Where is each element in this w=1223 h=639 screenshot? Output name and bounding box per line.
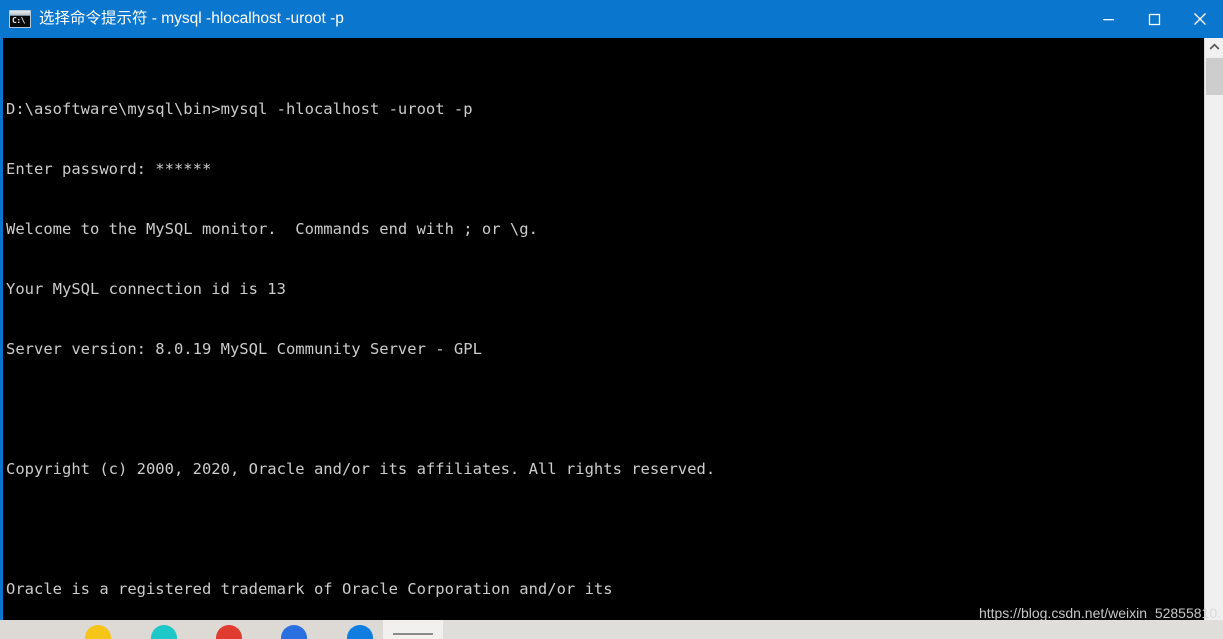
taskbar-right-region bbox=[443, 620, 1223, 639]
window-controls[interactable] bbox=[1085, 0, 1223, 38]
window-title-bar[interactable]: C:\ 选择命令提示符 - mysql -hlocalhost -uroot -… bbox=[3, 0, 1223, 38]
close-icon bbox=[1194, 13, 1206, 25]
terminal-line-blank-2 bbox=[6, 519, 1207, 539]
taskbar-icon-red[interactable] bbox=[216, 625, 242, 639]
terminal-line-copyright: Copyright (c) 2000, 2020, Oracle and/or … bbox=[6, 460, 716, 478]
terminal-line-trademark-1: Oracle is a registered trademark of Orac… bbox=[6, 580, 613, 598]
terminal-line-welcome: Welcome to the MySQL monitor. Commands e… bbox=[6, 220, 538, 238]
command-prompt-window[interactable]: C:\ 选择命令提示符 - mysql -hlocalhost -uroot -… bbox=[0, 0, 1223, 620]
minimize-button[interactable] bbox=[1085, 0, 1131, 38]
terminal-line-password: Enter password: ****** bbox=[6, 160, 212, 178]
maximize-icon bbox=[1148, 13, 1160, 25]
cmd-icon-prompt-text: C:\ bbox=[12, 16, 25, 25]
terminal-line-connid: Your MySQL connection id is 13 bbox=[6, 280, 286, 298]
terminal-line-blank-1 bbox=[6, 399, 1207, 419]
taskbar-icon-skype[interactable] bbox=[347, 625, 373, 639]
scrollbar-up-button[interactable] bbox=[1205, 38, 1223, 56]
chevron-up-icon bbox=[1209, 43, 1219, 50]
close-button[interactable] bbox=[1177, 0, 1223, 38]
taskbar-icon-yellow[interactable] bbox=[85, 625, 111, 639]
taskbar[interactable] bbox=[0, 620, 1223, 639]
scrollbar-thumb[interactable] bbox=[1206, 58, 1223, 95]
window-title-text: 选择命令提示符 - mysql -hlocalhost -uroot -p bbox=[39, 10, 344, 27]
watermark-text: https://blog.csdn.net/weixin_52855810. bbox=[978, 605, 1221, 621]
minimize-icon bbox=[1102, 18, 1114, 20]
terminal-line-command: D:\asoftware\mysql\bin>mysql -hlocalhost… bbox=[6, 100, 473, 118]
cmd-icon: C:\ bbox=[9, 10, 31, 28]
terminal-output[interactable]: D:\asoftware\mysql\bin>mysql -hlocalhost… bbox=[6, 38, 1207, 620]
taskbar-icon-teal[interactable] bbox=[151, 625, 177, 639]
taskbar-window-preview[interactable] bbox=[383, 620, 443, 639]
vertical-scrollbar[interactable] bbox=[1204, 38, 1223, 620]
taskbar-preview-barline bbox=[393, 633, 433, 635]
maximize-button[interactable] bbox=[1131, 0, 1177, 38]
terminal-line-version: Server version: 8.0.19 MySQL Community S… bbox=[6, 340, 482, 358]
taskbar-icon-blue[interactable] bbox=[281, 625, 307, 639]
